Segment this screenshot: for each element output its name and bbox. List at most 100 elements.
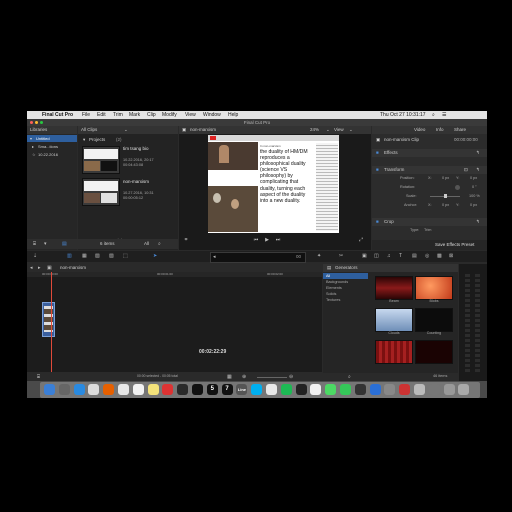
category-textures[interactable]: Textures [326,298,340,303]
generator-tile[interactable] [375,276,413,300]
anchor-x-field[interactable]: 0 px [442,203,449,208]
music-icon[interactable] [266,384,277,395]
spotlight-icon[interactable]: ⌕ [432,111,435,119]
view-menu[interactable]: View [334,126,344,134]
enhance-icon[interactable]: ✦ [317,253,321,259]
notes-icon[interactable] [147,384,159,395]
menu-window[interactable]: Window [203,111,221,119]
notification-icon[interactable]: ☰ [442,111,446,119]
messages-icon[interactable] [325,384,337,395]
rotation-field[interactable]: 0 ° [472,185,477,190]
menu-help[interactable]: Help [228,111,238,119]
clip-thumbnail[interactable] [82,146,120,174]
app-icon[interactable] [177,384,189,395]
crop-type-dropdown[interactable]: Trim [424,228,431,233]
activity-icon[interactable] [295,384,307,395]
chevron-down-icon[interactable]: ⌄ [326,126,330,134]
effects-toggle-icon[interactable]: ■ [376,150,379,156]
transform-reset-icon[interactable]: ↰ [476,167,480,173]
close-window-icon[interactable] [30,121,33,124]
crop-section[interactable]: ■ Crop ↰ [372,218,487,226]
crop-toggle-icon[interactable]: ■ [376,219,379,225]
filter-icon[interactable]: ▾ [44,241,47,247]
effects-browser-icon[interactable]: ▩ [437,253,442,259]
viewer-zoom[interactable]: 24% [310,126,319,134]
fullscreen-icon[interactable]: ⤢ [357,237,365,243]
app-icon-3[interactable] [384,384,396,395]
five-icon[interactable]: 5 [206,384,218,395]
menu-modify[interactable]: Modify [162,111,177,119]
category-elements[interactable]: Elements [326,286,342,291]
media-icon[interactable]: ▣ [362,253,367,259]
tab-video[interactable]: Video [414,126,425,134]
spotify-icon[interactable] [280,384,292,395]
viewer-options-icon[interactable]: ⌗ [181,237,191,243]
play-previous-icon[interactable]: ⏮ [252,237,260,243]
chevron-down-icon[interactable]: ⌄ [124,126,128,134]
import-icon[interactable]: ⇣ [33,253,37,259]
zoom-slider[interactable] [257,377,287,378]
themes-icon[interactable]: ◎ [425,253,429,259]
app-icon-5[interactable] [414,384,425,395]
pdf-icon[interactable] [162,384,174,395]
library-item-smart-collections[interactable]: ▸ Sma...tions [27,143,77,150]
zotero-icon[interactable] [192,384,203,395]
clip-thumbnail[interactable] [82,178,120,206]
scale-field[interactable]: 100 % [469,194,480,199]
connect-icon[interactable]: ▥ [67,253,72,259]
safari-icon[interactable] [73,384,85,395]
menu-mark[interactable]: Mark [129,111,140,119]
generator-tile[interactable] [415,276,453,300]
projects-disclosure-icon[interactable]: ▾ [83,137,85,143]
skype-icon[interactable] [251,384,263,395]
category-backgrounds[interactable]: Backgrounds [326,280,348,285]
position-y-field[interactable]: 0 px [470,176,477,181]
transitions-browser-icon[interactable]: ⊠ [449,253,453,259]
trash-icon[interactable] [458,384,470,395]
minimize-window-icon[interactable] [35,121,38,124]
append-icon[interactable]: ▧ [95,253,100,259]
line-icon[interactable]: Line [236,384,248,395]
titles-icon[interactable]: T [399,253,402,259]
clip-filter-dropdown[interactable]: All Clips [81,127,97,132]
menu-file[interactable]: File [82,111,90,119]
transform-onscreen-icon[interactable]: ⊡ [464,167,468,173]
save-effects-preset-button[interactable]: Save Effects Preset [435,242,474,248]
playhead[interactable] [51,272,52,372]
library-options-icon[interactable]: ⌸ [33,241,36,247]
menu-clip[interactable]: Clip [147,111,156,119]
app-icon-2[interactable] [369,384,381,395]
menu-clock[interactable]: Thu Oct 27 10:31:17 [380,111,426,119]
app-icon-6[interactable] [428,384,440,395]
generator-tile[interactable] [375,308,413,332]
transform-section[interactable]: ■ Transform ⊡ ↰ [372,166,487,174]
chrome-icon[interactable] [88,384,100,395]
anchor-y-field[interactable]: 0 px [470,203,477,208]
zoom-window-icon[interactable] [40,121,43,124]
category-all[interactable]: All [323,273,368,279]
select-tool-icon[interactable]: ➤ [153,253,157,259]
timeline-ruler[interactable]: 00:00:00:00 00:00:01:00 00:00:02:00 [27,272,322,277]
music-icon[interactable]: ♫ [387,253,391,259]
timeline-clip[interactable] [42,302,55,337]
back-icon[interactable]: ◂ [30,265,33,271]
scale-slider-knob[interactable] [444,194,447,198]
video-frame[interactable]: In non-marxism the duality of HM/DM repr… [208,135,339,233]
play-next-icon[interactable]: ⏭ [274,237,282,243]
finder-icon[interactable] [44,384,55,395]
crop-reset-icon[interactable]: ↰ [476,219,480,225]
firefox-icon[interactable] [103,384,115,395]
forward-icon[interactable]: ▸ [38,265,41,271]
generators-icon[interactable]: ▤ [412,253,417,259]
transform-toggle-icon[interactable]: ■ [376,167,379,173]
launchpad-icon[interactable] [58,384,70,395]
effects-settings-icon[interactable]: ↰ [476,150,480,156]
menu-app-name[interactable]: Final Cut Pro [42,111,73,119]
mail-icon[interactable] [118,384,129,395]
zoom-icon[interactable]: ⊕ [242,374,246,380]
position-x-field[interactable]: 0 px [442,176,449,181]
overwrite-icon[interactable]: ▨ [109,253,114,259]
category-solids[interactable]: Solids [326,292,336,297]
calendar-icon[interactable] [132,384,144,395]
chevron-down-icon[interactable]: ⌄ [349,126,353,134]
